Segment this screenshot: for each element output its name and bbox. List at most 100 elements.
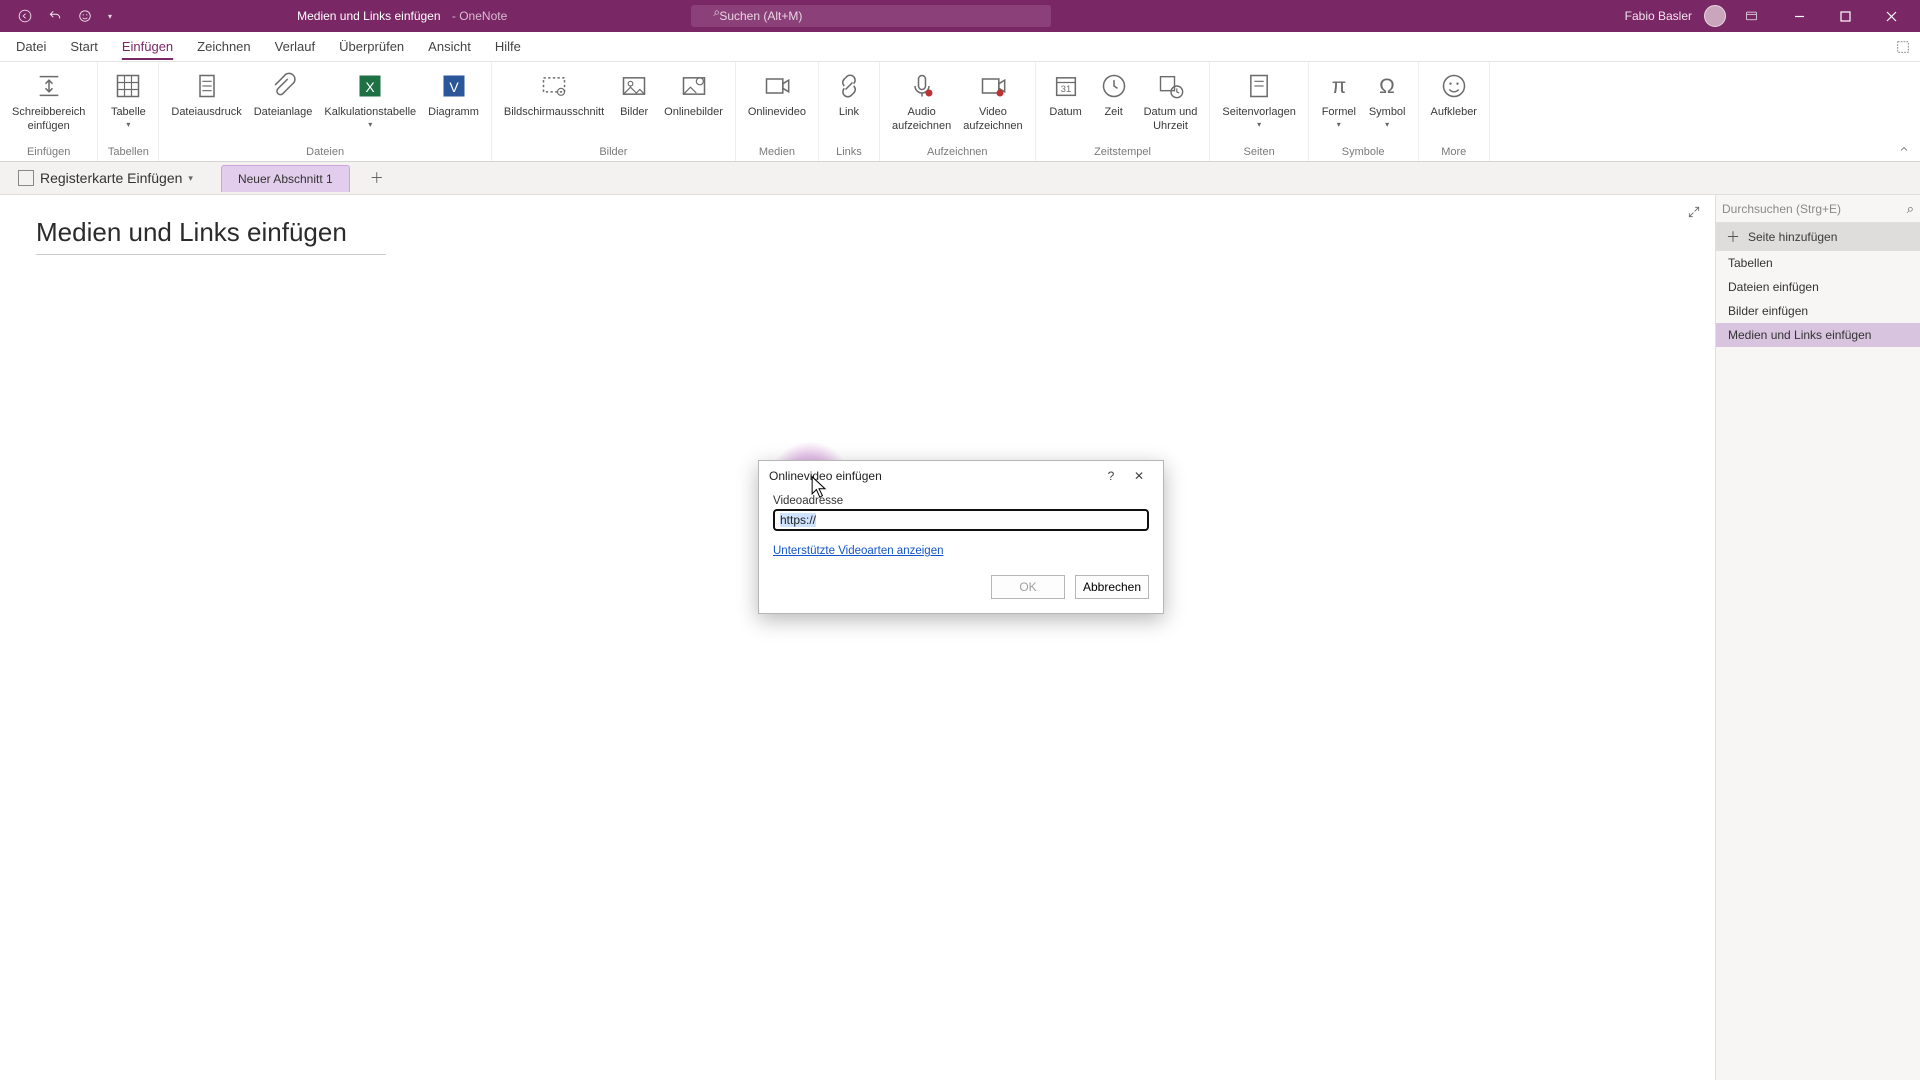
ribbon-btn-file-printout[interactable]: Dateiausdruck <box>165 66 247 122</box>
menu-tab-start[interactable]: Start <box>58 32 109 62</box>
online-pictures-icon <box>676 68 712 104</box>
ribbon-btn-date[interactable]: 31Datum <box>1042 66 1090 122</box>
undo-button[interactable] <box>42 4 68 28</box>
dialog-cancel-button[interactable]: Abbrechen <box>1075 575 1149 599</box>
svg-text:Ω: Ω <box>1379 75 1395 98</box>
page-list-item[interactable]: Dateien einfügen <box>1716 275 1920 299</box>
minimize-icon <box>1794 11 1805 22</box>
touch-mode-button[interactable] <box>72 4 98 28</box>
menu-tab-verlauf[interactable]: Verlauf <box>263 32 327 62</box>
dialog-close-button[interactable]: ✕ <box>1125 464 1153 488</box>
insert-online-video-dialog: Onlinevideo einfügen ? ✕ Videoadresse Un… <box>758 460 1164 614</box>
ribbon-btn-time[interactable]: Zeit <box>1090 66 1138 122</box>
menu-tab-label: Einfügen <box>122 39 173 54</box>
add-page-button[interactable]: ＋ Seite hinzufügen <box>1716 223 1920 251</box>
ribbon-btn-label: Link <box>839 106 859 120</box>
ribbon-btn-label: Diagramm <box>428 106 479 120</box>
page-list-item[interactable]: Tabellen <box>1716 251 1920 275</box>
share-button[interactable] <box>1896 40 1910 54</box>
ribbon-display-options[interactable] <box>1738 4 1764 28</box>
time-icon <box>1096 68 1132 104</box>
ribbon-btn-label: Datum und Uhrzeit <box>1144 106 1198 134</box>
menu-tab-hilfe[interactable]: Hilfe <box>483 32 533 62</box>
account-avatar[interactable] <box>1704 5 1726 27</box>
menu-tab-label: Start <box>70 39 97 54</box>
ribbon-btn-label: Symbol <box>1369 106 1406 120</box>
menu-tab-datei[interactable]: Datei <box>4 32 58 62</box>
smiley-icon <box>78 9 92 23</box>
undo-icon <box>48 9 62 23</box>
close-button[interactable] <box>1868 0 1914 32</box>
notebook-dropdown[interactable]: Registerkarte Einfügen ▾ <box>8 166 203 190</box>
menu-tab-überprüfen[interactable]: Überprüfen <box>327 32 416 62</box>
chevron-down-icon: ▾ <box>1257 120 1261 129</box>
menu-tab-ansicht[interactable]: Ansicht <box>416 32 483 62</box>
ribbon-btn-record-video[interactable]: Video aufzeichnen <box>957 66 1028 136</box>
ribbon-btn-visio[interactable]: VDiagramm <box>422 66 485 122</box>
ribbon-group-links: LinkLinks <box>819 62 880 161</box>
expand-page-button[interactable] <box>1687 205 1701 219</box>
minimize-button[interactable] <box>1776 0 1822 32</box>
dialog-titlebar[interactable]: Onlinevideo einfügen ? ✕ <box>759 461 1163 491</box>
search-icon[interactable]: ⌕ <box>1903 201 1914 217</box>
menu-tab-einfügen[interactable]: Einfügen <box>110 32 185 62</box>
ribbon-btn-spreadsheet[interactable]: XKalkulationstabelle▾ <box>318 66 422 131</box>
svg-text:31: 31 <box>1060 84 1070 94</box>
video-address-input[interactable] <box>773 509 1149 531</box>
ribbon-btn-screen-clipping[interactable]: Bildschirmausschnitt <box>498 66 610 122</box>
ribbon-btn-table[interactable]: Tabelle▾ <box>104 66 152 131</box>
screen-clipping-icon <box>536 68 572 104</box>
collapse-ribbon-button[interactable] <box>1898 143 1910 155</box>
page-title[interactable]: Medien und Links einfügen <box>36 217 386 255</box>
date-time-icon <box>1153 68 1189 104</box>
ribbon-btn-link[interactable]: Link <box>825 66 873 122</box>
ribbon-group-dateien: Dateiausdruck Dateianlage XKalkulationstab… <box>159 62 492 161</box>
tell-me-search[interactable] <box>691 5 1051 27</box>
ribbon-btn-equation[interactable]: πFormel▾ <box>1315 66 1363 131</box>
ribbon: Schreibbereich einfügenEinfügenTabelle▾ T… <box>0 62 1920 162</box>
ribbon-group-label: More <box>1441 146 1466 161</box>
window-title: Medien und Links einfügen - OneNote <box>118 9 686 23</box>
ribbon-btn-online-video[interactable]: Onlinevideo <box>742 66 812 122</box>
page-list-item[interactable]: Medien und Links einfügen <box>1716 323 1920 347</box>
account-name[interactable]: Fabio Basler <box>1625 9 1692 23</box>
add-page-label: Seite hinzufügen <box>1748 230 1837 244</box>
ribbon-group-label: Aufzeichnen <box>927 146 988 161</box>
qat-customize-button[interactable]: ▾ <box>102 12 118 21</box>
dialog-title: Onlinevideo einfügen <box>769 469 882 483</box>
menu-tab-zeichnen[interactable]: Zeichnen <box>185 32 262 62</box>
ribbon-btn-attachment[interactable]: Dateianlage <box>248 66 319 122</box>
ribbon-group-aufzeichnen: Audio aufzeichnenVideo aufzeichnen Aufzei… <box>880 62 1036 161</box>
ribbon-tabs: Datei Start Einfügen ZeichnenVerlaufÜberprü… <box>0 32 1920 62</box>
ribbon-btn-label: Dateianlage <box>254 106 313 120</box>
dialog-help-button[interactable]: ? <box>1097 464 1125 488</box>
page-search-input[interactable] <box>1722 202 1903 216</box>
ribbon-group-label: Tabellen <box>108 146 149 161</box>
ribbon-btn-date-time[interactable]: Datum und Uhrzeit <box>1138 66 1204 136</box>
ribbon-btn-symbol[interactable]: ΩSymbol▾ <box>1363 66 1412 131</box>
maximize-button[interactable] <box>1822 0 1868 32</box>
section-tab[interactable]: Neuer Abschnitt 1 <box>221 165 350 192</box>
section-tabs-bar: Registerkarte Einfügen ▾ Neuer Abschnitt… <box>0 162 1920 195</box>
ribbon-btn-online-pictures[interactable]: Onlinebilder <box>658 66 729 122</box>
ribbon-group-einfügen: Schreibbereich einfügenEinfügen <box>0 62 98 161</box>
ribbon-btn-page-templates[interactable]: Seitenvorlagen▾ <box>1216 66 1301 131</box>
symbol-icon: Ω <box>1369 68 1405 104</box>
page-canvas[interactable]: Medien und Links einfügen <box>0 195 1715 1080</box>
page-list-item-label: Medien und Links einfügen <box>1728 328 1871 342</box>
ribbon-btn-insert-space[interactable]: Schreibbereich einfügen <box>6 66 91 136</box>
dialog-ok-button[interactable]: OK <box>991 575 1065 599</box>
sticker-icon <box>1436 68 1472 104</box>
ribbon-btn-pictures[interactable]: Bilder <box>610 66 658 122</box>
page-list-item[interactable]: Bilder einfügen <box>1716 299 1920 323</box>
ribbon-btn-record-audio[interactable]: Audio aufzeichnen <box>886 66 957 136</box>
expand-icon <box>1687 205 1701 219</box>
add-section-button[interactable]: ＋ <box>364 167 390 189</box>
app-name: OneNote <box>459 9 507 23</box>
ribbon-btn-sticker[interactable]: Aufkleber <box>1425 66 1483 122</box>
ribbon-btn-label: Zeit <box>1104 106 1122 120</box>
supported-video-types-link[interactable]: Unterstützte Videoarten anzeigen <box>773 545 943 557</box>
nav-back-button[interactable] <box>12 4 38 28</box>
svg-text:π: π <box>1332 75 1347 98</box>
ribbon-group-zeitstempel: 31DatumZeitDatum und UhrzeitZeitstempel <box>1036 62 1211 161</box>
